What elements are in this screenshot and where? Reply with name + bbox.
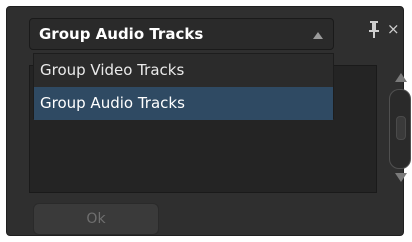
group-type-combobox[interactable]: Group Audio Tracks xyxy=(29,18,334,50)
close-icon[interactable]: × xyxy=(387,20,400,38)
pin-icon[interactable] xyxy=(367,19,381,39)
scroll-down-arrow-icon[interactable] xyxy=(395,173,407,182)
scrollbar-track[interactable] xyxy=(389,89,411,169)
chevron-up-icon xyxy=(313,32,323,39)
dropdown-option-group-audio-tracks[interactable]: Group Audio Tracks xyxy=(34,87,333,120)
combobox-selected-value: Group Audio Tracks xyxy=(39,25,204,43)
scrollbar-thumb[interactable] xyxy=(396,116,406,140)
group-type-dropdown-list: Group Video Tracks Group Audio Tracks xyxy=(33,53,334,120)
dropdown-option-group-video-tracks[interactable]: Group Video Tracks xyxy=(34,54,333,87)
group-tracks-panel: Group Audio Tracks × Ok Group Video Trac… xyxy=(6,6,411,236)
ok-button[interactable]: Ok xyxy=(33,203,159,235)
scroll-up-arrow-icon[interactable] xyxy=(395,73,407,82)
panel-titlebar: Group Audio Tracks × xyxy=(7,7,403,50)
